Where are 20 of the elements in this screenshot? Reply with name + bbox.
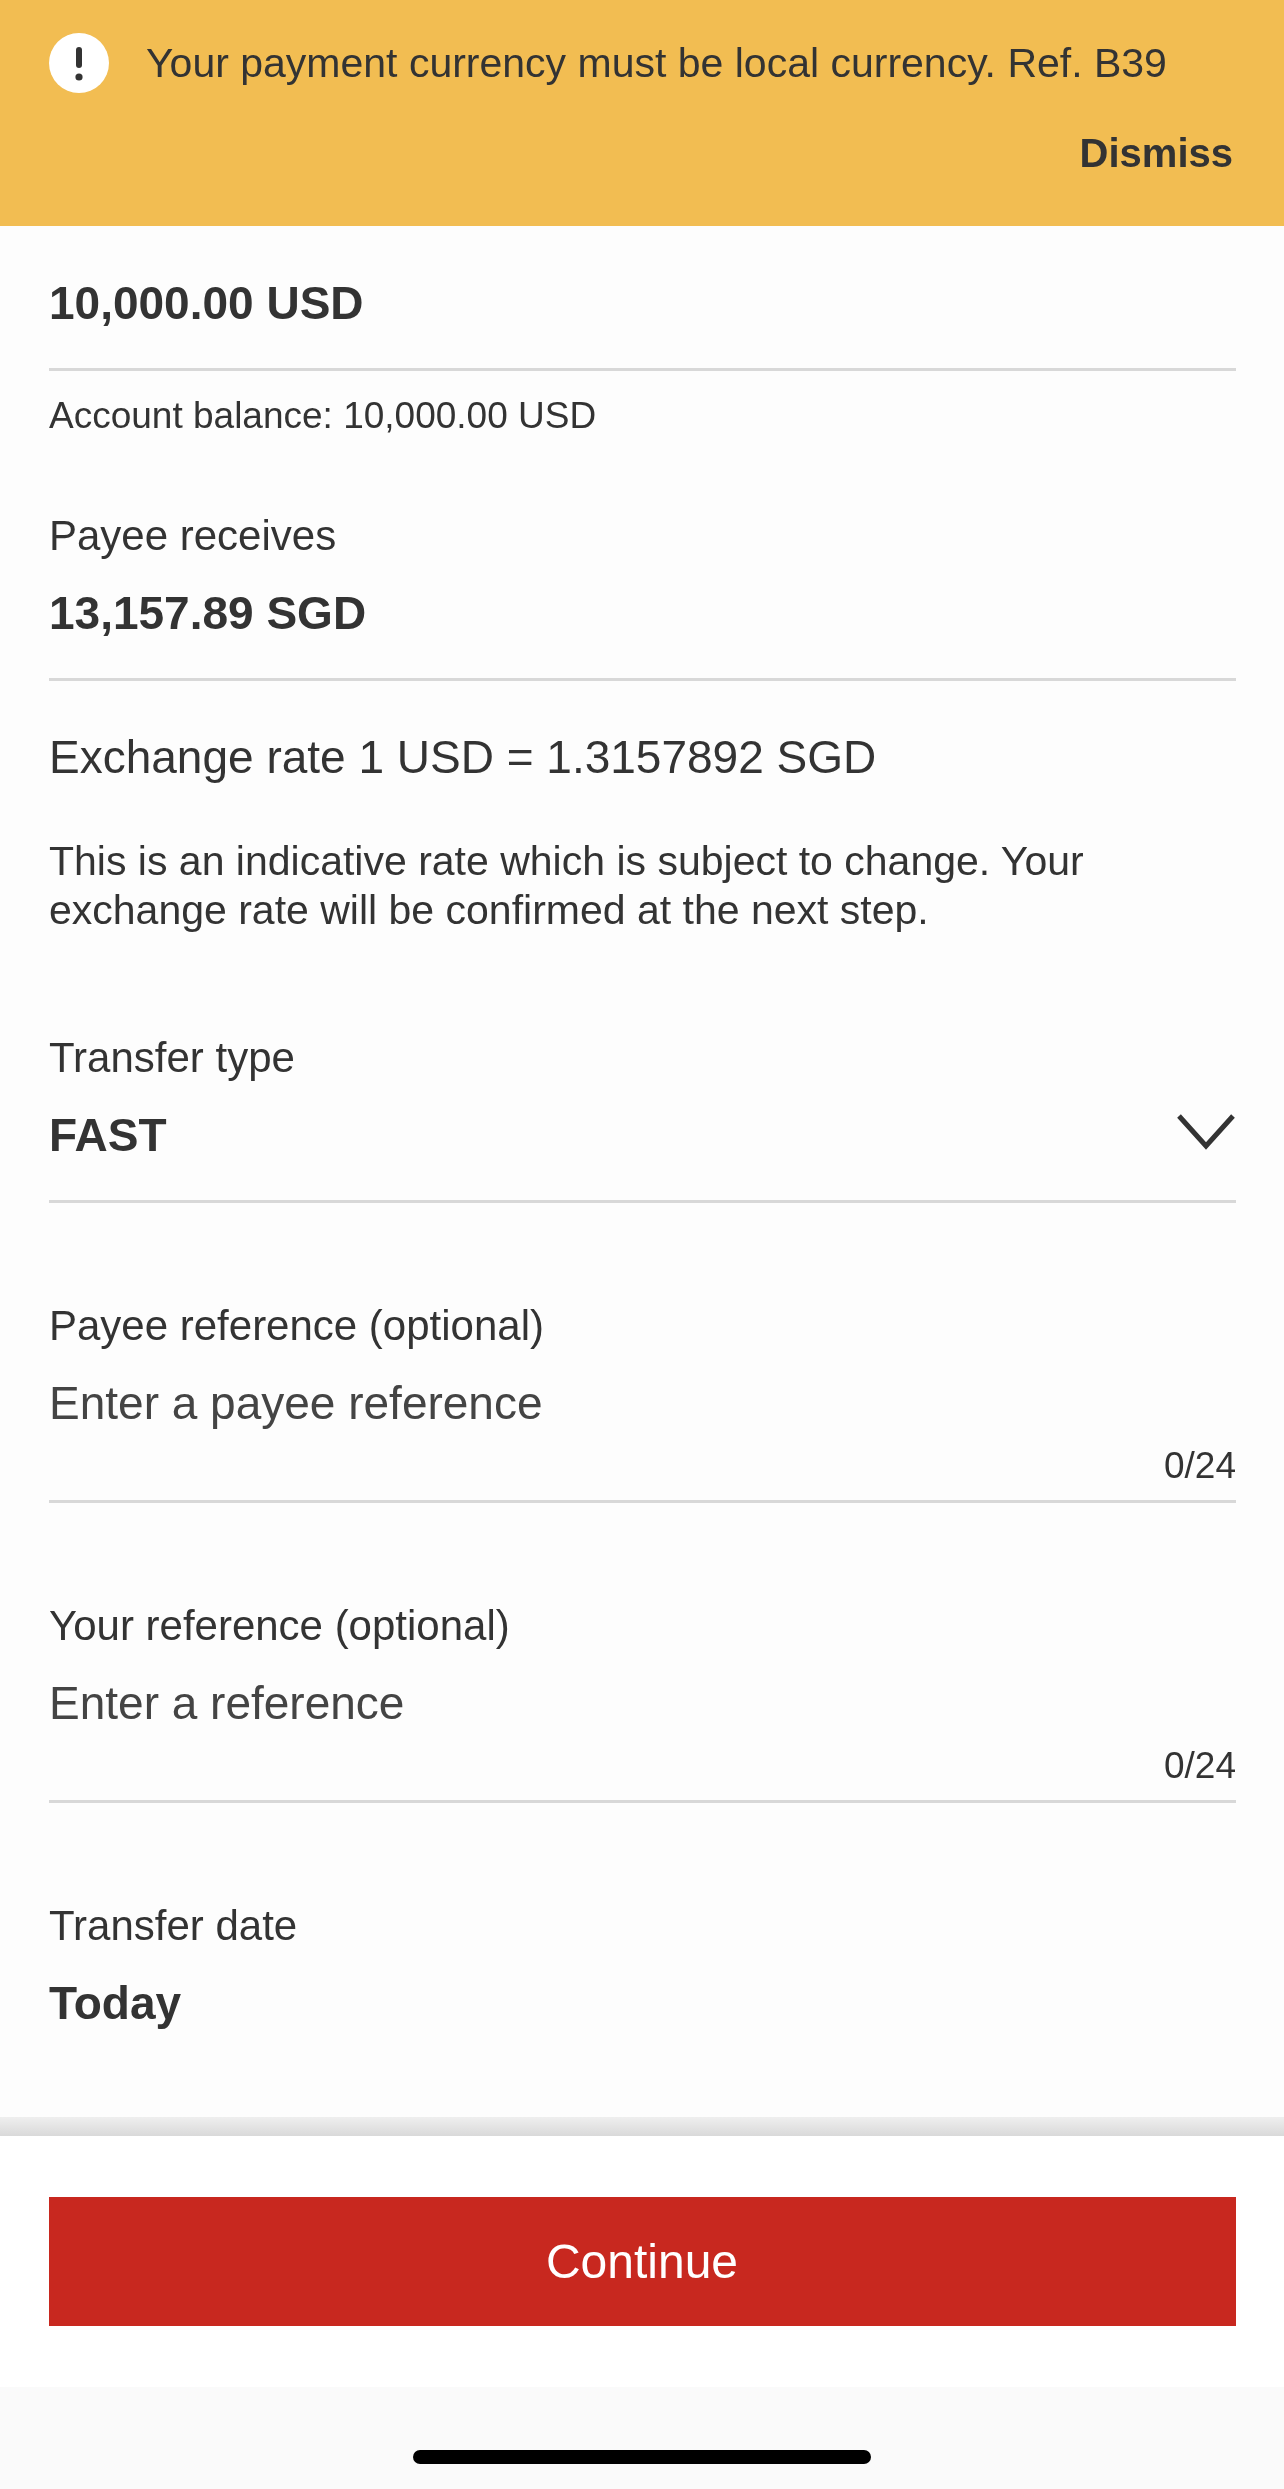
field-label: Payee receives (49, 511, 337, 561)
input-field[interactable]: Enter a reference (49, 1675, 1236, 1731)
amount-field[interactable]: 13,157.89 SGD (49, 585, 1236, 681)
character-counter: 0/24 (1164, 1744, 1236, 1788)
date-selector[interactable]: Today (49, 1975, 182, 2031)
continue-button[interactable]: Continue (48, 2197, 1236, 2326)
rate-disclaimer: This is an indicative rate which is subject to change. Your exchange rate will be confirmed at the next step. (49, 837, 1085, 935)
amount-field[interactable]: 10,000.00 USD (49, 275, 1236, 371)
alert-message: Your payment currency must be local currency. Ref. B39 (146, 39, 1167, 88)
dismiss-button[interactable]: Dismiss (1079, 129, 1233, 177)
field-label: Your reference (optional) (49, 1601, 510, 1651)
input-field[interactable]: Enter a payee reference (49, 1375, 1236, 1431)
exclamation-icon (49, 33, 109, 93)
exchange-rate-text: Exchange rate 1 USD = 1.3157892 SGD (49, 730, 877, 785)
field-label: Payee reference (optional) (49, 1301, 544, 1351)
field-label: Transfer type (49, 1033, 295, 1083)
balance-note: Account balance: 10,000.00 USD (49, 394, 597, 438)
dropdown-field[interactable]: FAST (49, 1107, 1236, 1203)
field-label: Transfer date (49, 1901, 298, 1951)
character-counter: 0/24 (1164, 1444, 1236, 1488)
